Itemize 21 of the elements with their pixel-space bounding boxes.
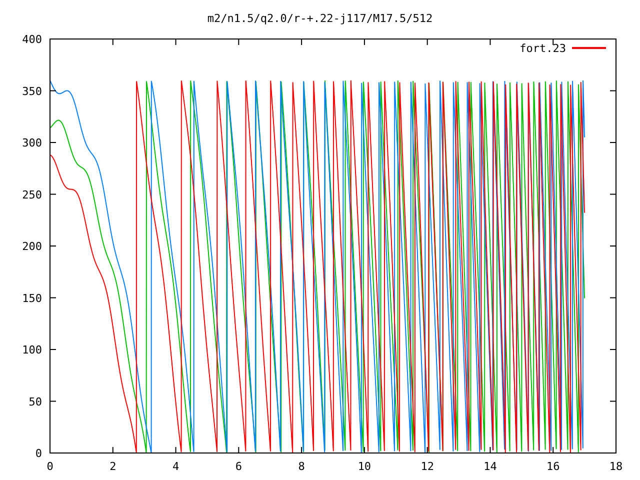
x-tick-label: 8: [298, 460, 305, 473]
y-tick-label: 50: [28, 395, 42, 408]
y-tick-label: 200: [22, 240, 42, 253]
y-tick-label: 400: [22, 33, 42, 46]
y-tick-label: 0: [35, 447, 42, 460]
x-tick-label: 12: [420, 460, 434, 473]
plot-title: m2/n1.5/q2.0/r-+.22-j117/M17.5/512: [207, 12, 433, 25]
x-tick-label: 14: [484, 460, 497, 473]
x-tick-label: 4: [172, 460, 180, 473]
x-tick-label: 2: [110, 460, 116, 473]
y-tick-label: 150: [22, 292, 42, 305]
y-tick-label: 100: [22, 344, 42, 356]
y-tick-label: 350: [22, 84, 42, 98]
y-tick-label: 250: [22, 188, 42, 202]
y-tick-label: 300: [22, 136, 42, 150]
x-tick-label: 16: [546, 460, 560, 473]
x-tick-label: 18: [609, 460, 623, 473]
legend-label: fort.23: [520, 42, 566, 55]
x-tick-label: 10: [358, 460, 372, 473]
x-tick-label: 6: [235, 460, 242, 473]
x-tick-label: 0: [46, 460, 54, 473]
